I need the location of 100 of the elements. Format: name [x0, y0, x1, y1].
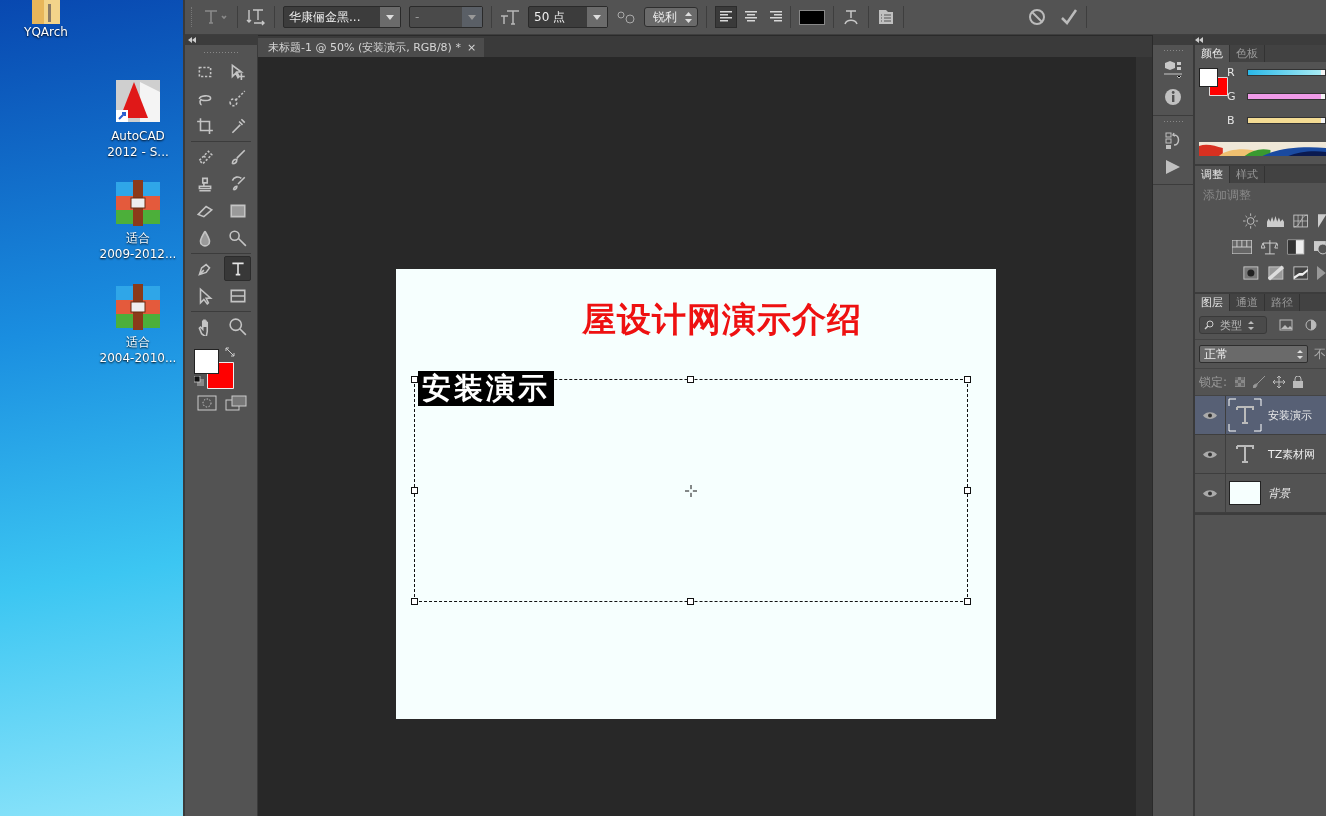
channel-label: G — [1227, 89, 1235, 103]
desktop-icon-label[interactable]: 2004-2010... — [99, 350, 177, 366]
foreground-color-swatch[interactable] — [194, 349, 219, 374]
font-size-dropdown[interactable]: 50 点 — [528, 6, 608, 28]
image-filter-icon[interactable] — [1279, 319, 1293, 331]
swap-arrow-icon[interactable] — [225, 347, 235, 357]
blend-mode-dropdown[interactable]: 正常 — [1199, 345, 1308, 363]
resize-handle[interactable] — [411, 376, 418, 383]
default-colors-icon[interactable] — [194, 376, 204, 386]
info-icon[interactable] — [1164, 88, 1182, 106]
channel-slider[interactable] — [1247, 116, 1326, 124]
curves-icon[interactable] — [1293, 213, 1309, 229]
layer-row[interactable]: 背景 — [1195, 474, 1326, 513]
text-orientation-icon[interactable] — [246, 8, 266, 26]
desktop-icon-label[interactable]: 适合 — [126, 230, 150, 246]
balance-scale-icon[interactable] — [1260, 239, 1279, 255]
resize-handle[interactable] — [687, 598, 694, 605]
caret-icon — [593, 14, 601, 20]
align-right-icon — [768, 10, 784, 24]
panel-tab[interactable]: 路径 — [1265, 294, 1300, 311]
levels-icon[interactable] — [1267, 214, 1285, 228]
background-color-swatch[interactable] — [1209, 77, 1228, 96]
canvas-heading: 屋设计网演示介绍 — [582, 298, 863, 341]
brush-icon[interactable] — [1253, 376, 1266, 388]
panel-tab[interactable]: 调整 — [1195, 166, 1230, 183]
posterize-icon[interactable] — [1267, 265, 1284, 281]
panel-tab[interactable]: 图层 — [1195, 294, 1230, 311]
text-color-swatch[interactable] — [799, 9, 825, 25]
archive-icon[interactable] — [114, 180, 162, 226]
screen-mode-icon[interactable] — [225, 395, 247, 411]
stepper-icon — [685, 11, 692, 23]
checkmark-icon[interactable] — [1060, 8, 1078, 26]
panel-icon[interactable] — [877, 8, 895, 26]
collapse-icon[interactable] — [188, 37, 196, 43]
cancel-icon[interactable] — [1028, 8, 1046, 26]
caret-icon — [468, 14, 476, 20]
adjustment-filter-icon[interactable] — [1305, 319, 1317, 331]
quick-select-icon — [228, 89, 247, 108]
resize-handle[interactable] — [687, 376, 694, 383]
desktop-icon-label[interactable]: YQArch — [24, 24, 68, 40]
stepper-icon — [1297, 349, 1303, 359]
panel-tab[interactable]: 颜色 — [1195, 45, 1230, 62]
layer-thumbnail — [1229, 481, 1261, 505]
layer-row[interactable]: TZ素材网 — [1195, 435, 1326, 474]
magnifier-icon — [228, 228, 247, 247]
desktop-icon-label[interactable]: 2012 - S... — [107, 144, 169, 160]
search-icon — [1204, 320, 1214, 330]
caret-icon — [386, 14, 394, 20]
document-tab[interactable]: 未标题-1 @ 50% (安装演示, RGB/8) * × — [258, 38, 485, 57]
font-size-icon — [500, 9, 520, 25]
eye-icon[interactable] — [1203, 449, 1217, 459]
layer-filter-dropdown[interactable]: 类型 — [1199, 316, 1267, 334]
desktop-icon-label[interactable]: 适合 — [126, 334, 150, 350]
resize-handle[interactable] — [964, 486, 971, 494]
app-shortcut-icon[interactable] — [114, 78, 162, 124]
checkerboard-icon[interactable] — [1235, 377, 1246, 387]
panel-tab[interactable]: 样式 — [1230, 166, 1265, 183]
font-style-dropdown[interactable]: - — [409, 6, 483, 28]
collapse-icon[interactable] — [1195, 37, 1203, 43]
foreground-color-swatch[interactable] — [1199, 68, 1218, 87]
lock-icon[interactable] — [1293, 376, 1304, 388]
color-spectrum[interactable] — [1199, 142, 1326, 156]
panel-tab[interactable]: 通道 — [1230, 294, 1265, 311]
layer-row[interactable]: 安装演示 — [1195, 396, 1326, 435]
cube-icon[interactable] — [1163, 61, 1183, 79]
vibrance-icon[interactable] — [1232, 240, 1252, 254]
channel-slider[interactable] — [1247, 68, 1326, 76]
scrollbar[interactable] — [1136, 57, 1152, 816]
eye-icon[interactable] — [1203, 488, 1217, 498]
align-button[interactable] — [715, 6, 737, 28]
desktop-icon-label[interactable]: AutoCAD — [111, 128, 165, 144]
eye-icon[interactable] — [1203, 410, 1217, 420]
resize-handle[interactable] — [964, 598, 971, 605]
invert-icon[interactable] — [1243, 265, 1259, 281]
archive-icon[interactable] — [114, 284, 162, 330]
resize-handle[interactable] — [964, 376, 971, 383]
selected-text[interactable]: 安装演示 — [418, 371, 554, 406]
contrast-split-icon[interactable] — [1287, 239, 1306, 255]
play-icon[interactable] — [1165, 159, 1181, 175]
threshold-icon[interactable] — [1292, 265, 1309, 281]
resize-handle[interactable] — [411, 598, 418, 605]
opacity-label: 不 — [1314, 345, 1326, 363]
history-icon[interactable] — [1165, 132, 1181, 150]
resize-handle[interactable] — [411, 486, 418, 494]
stepper-icon — [1248, 320, 1254, 330]
tool-button[interactable] — [224, 256, 251, 281]
channel-slider[interactable] — [1247, 92, 1326, 100]
move-icon[interactable] — [1273, 376, 1286, 388]
panel-tab[interactable]: 色板 — [1230, 45, 1265, 62]
antialias-dropdown[interactable]: 锐利 — [644, 7, 698, 27]
background-color-swatch[interactable] — [207, 362, 234, 389]
channel-label: R — [1227, 65, 1235, 79]
desktop-icon-label[interactable]: 2009-2012... — [99, 246, 177, 262]
font-family-dropdown[interactable]: 华康俪金黑... — [283, 6, 401, 28]
camera-filter-icon[interactable] — [1314, 239, 1326, 255]
warp-text-icon[interactable] — [842, 8, 860, 26]
brightness-icon[interactable] — [1243, 212, 1259, 230]
folder-icon[interactable] — [30, 0, 62, 24]
quick-mask-icon[interactable] — [197, 395, 217, 411]
crosshair-icon — [685, 484, 697, 497]
